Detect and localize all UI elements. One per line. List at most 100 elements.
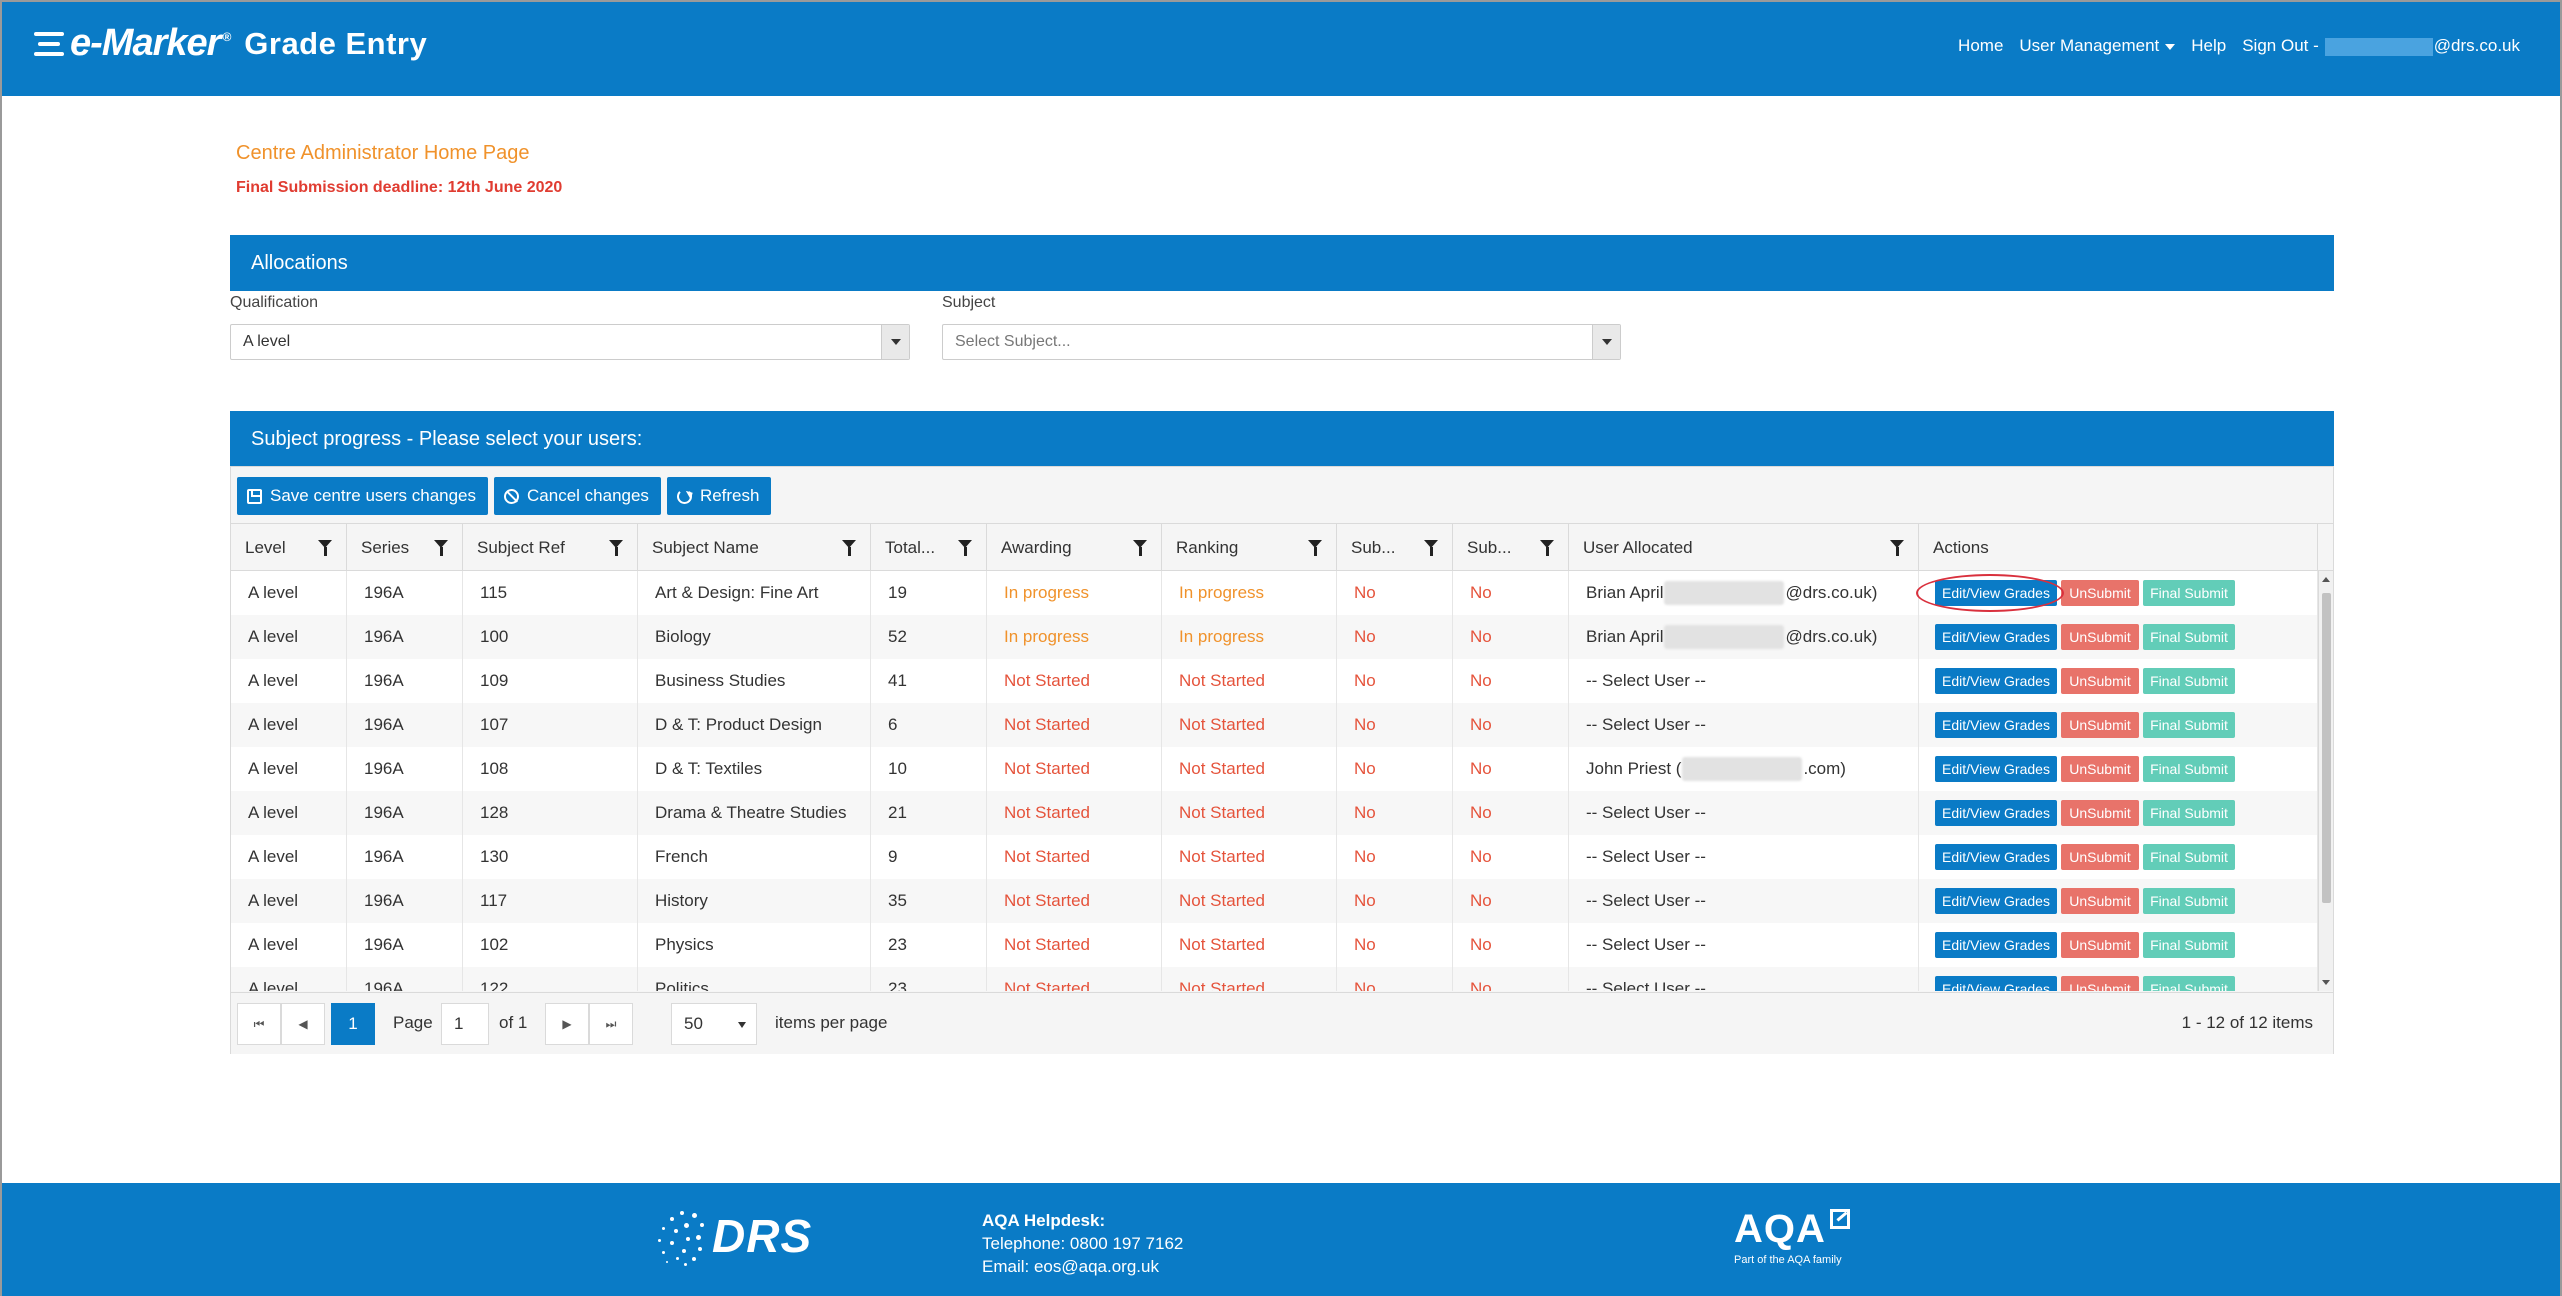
unsubmit-button[interactable]: UnSubmit bbox=[2061, 976, 2139, 991]
column-header-ranking[interactable]: Ranking bbox=[1162, 524, 1337, 572]
chevron-down-icon bbox=[2165, 43, 2176, 50]
edit-view-grades-button[interactable]: Edit/View Grades bbox=[1935, 800, 2057, 826]
nav-help[interactable]: Help bbox=[2191, 36, 2226, 56]
scroll-thumb[interactable] bbox=[2322, 593, 2331, 903]
edit-view-grades-button[interactable]: Edit/View Grades bbox=[1935, 756, 2057, 782]
table-row[interactable]: A level 196A 128 Drama & Theatre Studies 21 N… bbox=[231, 791, 2318, 835]
cell-actions: Edit/View Grades UnSubmit Final Submit bbox=[1919, 703, 2318, 747]
cell-user-allocated[interactable]: -- Select User -- bbox=[1569, 703, 1919, 747]
final-submit-button[interactable]: Final Submit bbox=[2143, 976, 2235, 991]
column-header-subject-name[interactable]: Subject Name bbox=[638, 524, 871, 572]
table-row[interactable]: A level 196A 117 History 35 Not Started Not St… bbox=[231, 879, 2318, 923]
cell-user-allocated[interactable]: -- Select User -- bbox=[1569, 791, 1919, 835]
final-submit-button[interactable]: Final Submit bbox=[2143, 888, 2235, 914]
table-row[interactable]: A level 196A 109 Business Studies 41 Not Star… bbox=[231, 659, 2318, 703]
scroll-up-icon[interactable] bbox=[2322, 577, 2330, 582]
page-number-button[interactable]: 1 bbox=[331, 1003, 375, 1045]
filter-icon[interactable] bbox=[318, 540, 332, 556]
table-row[interactable]: A level 196A 122 Politics 23 Not Started Not S… bbox=[231, 967, 2318, 991]
nav-user-management[interactable]: User Management bbox=[2019, 36, 2176, 56]
dropdown-arrow-icon[interactable] bbox=[1592, 325, 1620, 359]
edit-view-grades-button[interactable]: Edit/View Grades bbox=[1935, 844, 2057, 870]
column-header-subject-ref[interactable]: Subject Ref bbox=[463, 524, 638, 572]
unsubmit-button[interactable]: UnSubmit bbox=[2061, 932, 2139, 958]
table-row[interactable]: A level 196A 107 D & T: Product Design 6 Not … bbox=[231, 703, 2318, 747]
column-header-submitted-1[interactable]: Sub... bbox=[1337, 524, 1453, 572]
final-submit-button[interactable]: Final Submit bbox=[2143, 712, 2235, 738]
cell-subject-ref: 107 bbox=[463, 703, 638, 747]
page-of-label: of 1 bbox=[499, 1013, 528, 1032]
final-submit-button[interactable]: Final Submit bbox=[2143, 624, 2235, 650]
filter-icon[interactable] bbox=[434, 540, 448, 556]
final-submit-button[interactable]: Final Submit bbox=[2143, 800, 2235, 826]
table-row[interactable]: A level 196A 130 French 9 Not Started Not Star… bbox=[231, 835, 2318, 879]
refresh-button[interactable]: Refresh bbox=[666, 477, 772, 515]
first-page-button[interactable]: ⏮ bbox=[237, 1003, 281, 1045]
cell-user-allocated[interactable]: Brian April @drs.co.uk) bbox=[1569, 615, 1919, 659]
brand[interactable]: e-Marker ® Grade Entry bbox=[34, 22, 427, 65]
filter-icon[interactable] bbox=[1424, 540, 1438, 556]
filter-icon[interactable] bbox=[1133, 540, 1147, 556]
filter-icon[interactable] bbox=[1308, 540, 1322, 556]
next-page-button[interactable]: ▶ bbox=[545, 1003, 589, 1045]
last-page-button[interactable]: ⏭ bbox=[589, 1003, 633, 1045]
cell-actions: Edit/View Grades UnSubmit Final Submit bbox=[1919, 879, 2318, 923]
cell-user-allocated[interactable]: -- Select User -- bbox=[1569, 923, 1919, 967]
edit-view-grades-button[interactable]: Edit/View Grades bbox=[1935, 976, 2057, 991]
cell-user-allocated[interactable]: -- Select User -- bbox=[1569, 659, 1919, 703]
cell-user-allocated[interactable]: -- Select User -- bbox=[1569, 835, 1919, 879]
cell-actions: Edit/View Grades UnSubmit Final Submit bbox=[1919, 835, 2318, 879]
qualification-select[interactable]: A level bbox=[230, 324, 910, 360]
page-size-select[interactable]: 50 bbox=[671, 1003, 757, 1045]
cancel-changes-button[interactable]: Cancel changes bbox=[494, 477, 661, 515]
table-row[interactable]: A level 196A 102 Physics 23 Not Started Not St… bbox=[231, 923, 2318, 967]
final-submit-button[interactable]: Final Submit bbox=[2143, 756, 2235, 782]
final-submit-button[interactable]: Final Submit bbox=[2143, 844, 2235, 870]
column-header-user-allocated[interactable]: User Allocated bbox=[1569, 524, 1919, 572]
column-header-awarding[interactable]: Awarding bbox=[987, 524, 1162, 572]
filter-icon[interactable] bbox=[842, 540, 856, 556]
cell-submitted-2: No bbox=[1453, 791, 1569, 835]
cell-user-allocated[interactable]: John Priest (.com) bbox=[1569, 747, 1919, 791]
nav-home[interactable]: Home bbox=[1958, 36, 2003, 56]
cell-user-allocated[interactable]: Brian April @drs.co.uk) bbox=[1569, 571, 1919, 615]
helpdesk-email[interactable]: Email: eos@aqa.org.uk bbox=[982, 1255, 1183, 1278]
cell-user-allocated[interactable]: -- Select User -- bbox=[1569, 879, 1919, 923]
items-per-page-label: items per page bbox=[775, 1013, 888, 1032]
edit-view-grades-button[interactable]: Edit/View Grades bbox=[1935, 624, 2057, 650]
edit-view-grades-button[interactable]: Edit/View Grades bbox=[1935, 712, 2057, 738]
grid-scrollbar[interactable] bbox=[2318, 571, 2333, 991]
prev-page-button[interactable]: ◀ bbox=[281, 1003, 325, 1045]
edit-view-grades-button[interactable]: Edit/View Grades bbox=[1935, 668, 2057, 694]
cell-user-allocated[interactable]: -- Select User -- bbox=[1569, 967, 1919, 991]
filter-icon[interactable] bbox=[1890, 540, 1904, 556]
filter-icon[interactable] bbox=[1540, 540, 1554, 556]
final-submit-button[interactable]: Final Submit bbox=[2143, 932, 2235, 958]
final-submit-button[interactable]: Final Submit bbox=[2143, 580, 2235, 606]
unsubmit-button[interactable]: UnSubmit bbox=[2061, 756, 2139, 782]
page-input[interactable]: 1 bbox=[441, 1003, 489, 1045]
column-header-level[interactable]: Level bbox=[231, 524, 347, 572]
filter-icon[interactable] bbox=[958, 540, 972, 556]
save-centre-users-button[interactable]: Save centre users changes bbox=[237, 477, 489, 515]
nav-sign-out[interactable]: Sign Out - @drs.co.uk bbox=[2242, 36, 2520, 56]
unsubmit-button[interactable]: UnSubmit bbox=[2061, 624, 2139, 650]
unsubmit-button[interactable]: UnSubmit bbox=[2061, 800, 2139, 826]
column-header-submitted-2[interactable]: Sub... bbox=[1453, 524, 1569, 572]
unsubmit-button[interactable]: UnSubmit bbox=[2061, 668, 2139, 694]
unsubmit-button[interactable]: UnSubmit bbox=[2061, 844, 2139, 870]
column-header-series[interactable]: Series bbox=[347, 524, 463, 572]
unsubmit-button[interactable]: UnSubmit bbox=[2061, 580, 2139, 606]
unsubmit-button[interactable]: UnSubmit bbox=[2061, 888, 2139, 914]
dropdown-arrow-icon[interactable] bbox=[881, 325, 909, 359]
table-row[interactable]: A level 196A 100 Biology 52 In progress In pro… bbox=[231, 615, 2318, 659]
subject-select[interactable]: Select Subject... bbox=[942, 324, 1621, 360]
edit-view-grades-button[interactable]: Edit/View Grades bbox=[1935, 932, 2057, 958]
filter-icon[interactable] bbox=[609, 540, 623, 556]
table-row[interactable]: A level 196A 108 D & T: Textiles 10 Not Start… bbox=[231, 747, 2318, 791]
final-submit-button[interactable]: Final Submit bbox=[2143, 668, 2235, 694]
column-header-total[interactable]: Total... bbox=[871, 524, 987, 572]
unsubmit-button[interactable]: UnSubmit bbox=[2061, 712, 2139, 738]
scroll-down-icon[interactable] bbox=[2322, 980, 2330, 985]
edit-view-grades-button[interactable]: Edit/View Grades bbox=[1935, 888, 2057, 914]
